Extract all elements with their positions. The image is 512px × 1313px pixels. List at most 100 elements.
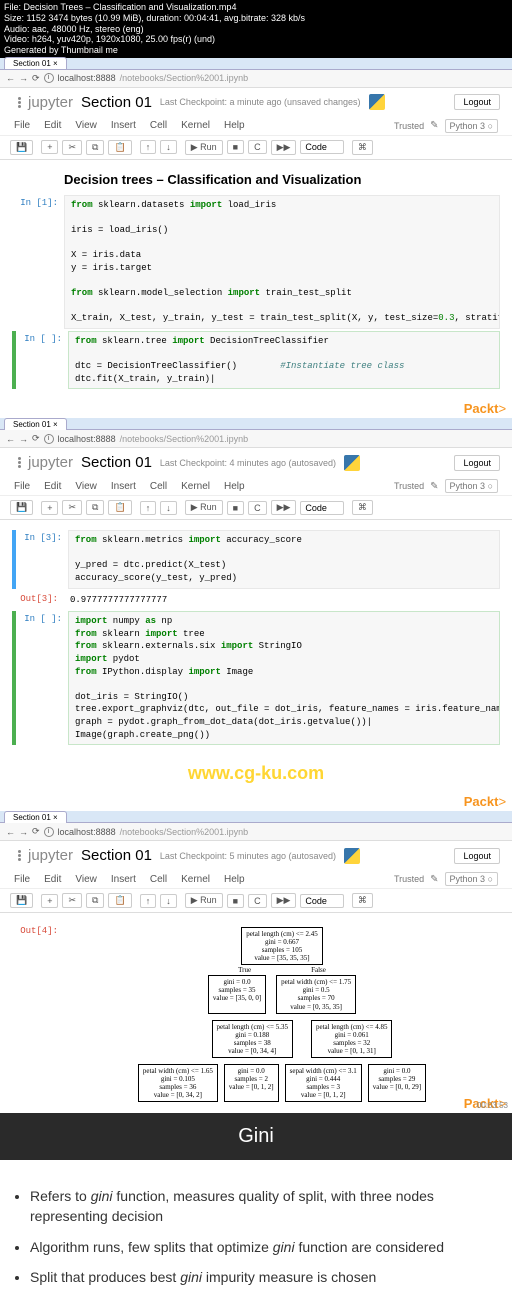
command-palette-button[interactable]: ⌘ <box>352 140 373 155</box>
add-cell-button[interactable]: + <box>41 501 58 515</box>
menu-file[interactable]: File <box>14 120 30 131</box>
copy-button[interactable]: ⧉ <box>86 500 104 515</box>
edit-icon[interactable]: ✎ <box>430 481 438 492</box>
kernel-indicator[interactable]: Python 3 ○ <box>445 872 498 886</box>
menu-view[interactable]: View <box>75 481 97 492</box>
cell-type-select[interactable]: Code <box>300 140 344 154</box>
jupyter-logo[interactable]: jupyter <box>12 94 73 111</box>
save-button[interactable]: 💾 <box>10 893 33 908</box>
notebook-name[interactable]: Section 01 <box>81 454 152 471</box>
nav-fwd-icon[interactable]: → <box>19 434 28 444</box>
menu-help[interactable]: Help <box>224 874 245 885</box>
site-info-icon[interactable]: i <box>44 434 54 444</box>
stop-button[interactable]: ■ <box>227 501 244 515</box>
code-area[interactable]: from sklearn.metrics import accuracy_sco… <box>68 530 500 588</box>
address-bar[interactable]: ← → ⟳ i localhost:8888/notebooks/Section… <box>0 430 512 448</box>
restart-run-button[interactable]: ▶▶ <box>271 500 297 515</box>
menu-insert[interactable]: Insert <box>111 874 136 885</box>
menu-edit[interactable]: Edit <box>44 481 61 492</box>
notebook-name[interactable]: Section 01 <box>81 94 152 111</box>
code-cell-3[interactable]: In [3]: from sklearn.metrics import accu… <box>12 530 500 588</box>
notebook-name[interactable]: Section 01 <box>81 847 152 864</box>
move-down-button[interactable]: ↓ <box>160 140 177 154</box>
site-info-icon[interactable]: i <box>44 827 54 837</box>
menu-kernel[interactable]: Kernel <box>181 120 210 131</box>
nav-fwd-icon[interactable]: → <box>19 73 28 83</box>
menu-help[interactable]: Help <box>224 481 245 492</box>
move-up-button[interactable]: ↑ <box>140 501 157 515</box>
cut-button[interactable]: ✂ <box>62 140 82 155</box>
code-area[interactable]: import numpy as np from sklearn import t… <box>68 611 500 745</box>
run-button[interactable]: ▶ Run <box>185 893 223 908</box>
nav-reload-icon[interactable]: ⟳ <box>32 73 40 84</box>
copy-button[interactable]: ⧉ <box>86 140 104 155</box>
cut-button[interactable]: ✂ <box>62 893 82 908</box>
logout-button[interactable]: Logout <box>454 94 500 110</box>
save-button[interactable]: 💾 <box>10 140 33 155</box>
menu-view[interactable]: View <box>75 874 97 885</box>
code-cell-1[interactable]: In [1]: from sklearn.datasets import loa… <box>12 195 500 329</box>
command-palette-button[interactable]: ⌘ <box>352 893 373 908</box>
menu-kernel[interactable]: Kernel <box>181 481 210 492</box>
code-area[interactable]: from sklearn.tree import DecisionTreeCla… <box>68 331 500 389</box>
nav-back-icon[interactable]: ← <box>6 827 15 837</box>
nav-reload-icon[interactable]: ⟳ <box>32 433 40 444</box>
paste-button[interactable]: 📋 <box>108 140 131 155</box>
jupyter-logo[interactable]: jupyter <box>12 847 73 864</box>
restart-run-button[interactable]: ▶▶ <box>271 140 297 155</box>
nav-fwd-icon[interactable]: → <box>19 827 28 837</box>
menu-insert[interactable]: Insert <box>111 481 136 492</box>
stop-button[interactable]: ■ <box>227 140 244 154</box>
run-button[interactable]: ▶ Run <box>185 140 223 155</box>
browser-tab[interactable]: Section 01 × <box>4 811 67 823</box>
nav-reload-icon[interactable]: ⟳ <box>32 826 40 837</box>
nav-back-icon[interactable]: ← <box>6 73 15 83</box>
restart-button[interactable]: C <box>248 894 267 908</box>
add-cell-button[interactable]: + <box>41 140 58 154</box>
move-up-button[interactable]: ↑ <box>140 894 157 908</box>
code-cell-4[interactable]: In [ ]: import numpy as np from sklearn … <box>12 611 500 745</box>
paste-button[interactable]: 📋 <box>108 893 131 908</box>
menu-cell[interactable]: Cell <box>150 481 167 492</box>
address-bar[interactable]: ← → ⟳ i localhost:8888/notebooks/Section… <box>0 70 512 88</box>
code-cell-2[interactable]: In [ ]: from sklearn.tree import Decisio… <box>12 331 500 389</box>
menu-file[interactable]: File <box>14 481 30 492</box>
kernel-indicator[interactable]: Python 3 ○ <box>445 119 498 133</box>
browser-tab[interactable]: Section 01 × <box>4 57 67 69</box>
nav-back-icon[interactable]: ← <box>6 434 15 444</box>
move-up-button[interactable]: ↑ <box>140 140 157 154</box>
menu-cell[interactable]: Cell <box>150 120 167 131</box>
jupyter-logo[interactable]: jupyter <box>12 454 73 471</box>
cell-type-select[interactable]: Code <box>300 501 344 515</box>
paste-button[interactable]: 📋 <box>108 500 131 515</box>
menu-view[interactable]: View <box>75 120 97 131</box>
menu-edit[interactable]: Edit <box>44 120 61 131</box>
restart-button[interactable]: C <box>248 501 267 515</box>
command-palette-button[interactable]: ⌘ <box>352 500 373 515</box>
kernel-indicator[interactable]: Python 3 ○ <box>445 479 498 493</box>
run-button[interactable]: ▶ Run <box>185 500 223 515</box>
logout-button[interactable]: Logout <box>454 848 500 864</box>
edit-icon[interactable]: ✎ <box>430 874 438 885</box>
save-button[interactable]: 💾 <box>10 500 33 515</box>
menu-help[interactable]: Help <box>224 120 245 131</box>
logout-button[interactable]: Logout <box>454 455 500 471</box>
menu-edit[interactable]: Edit <box>44 874 61 885</box>
menu-file[interactable]: File <box>14 874 30 885</box>
cut-button[interactable]: ✂ <box>62 500 82 515</box>
browser-tab[interactable]: Section 01 × <box>4 418 67 430</box>
site-info-icon[interactable]: i <box>44 73 54 83</box>
menu-insert[interactable]: Insert <box>111 120 136 131</box>
copy-button[interactable]: ⧉ <box>86 893 104 908</box>
move-down-button[interactable]: ↓ <box>160 894 177 908</box>
restart-button[interactable]: C <box>248 140 267 154</box>
code-area[interactable]: from sklearn.datasets import load_iris i… <box>64 195 500 329</box>
menu-cell[interactable]: Cell <box>150 874 167 885</box>
cell-type-select[interactable]: Code <box>300 894 344 908</box>
address-bar[interactable]: ← → ⟳ i localhost:8888/notebooks/Section… <box>0 823 512 841</box>
tab-close-icon[interactable]: × <box>53 59 58 68</box>
stop-button[interactable]: ■ <box>227 894 244 908</box>
menu-kernel[interactable]: Kernel <box>181 874 210 885</box>
restart-run-button[interactable]: ▶▶ <box>271 893 297 908</box>
add-cell-button[interactable]: + <box>41 894 58 908</box>
